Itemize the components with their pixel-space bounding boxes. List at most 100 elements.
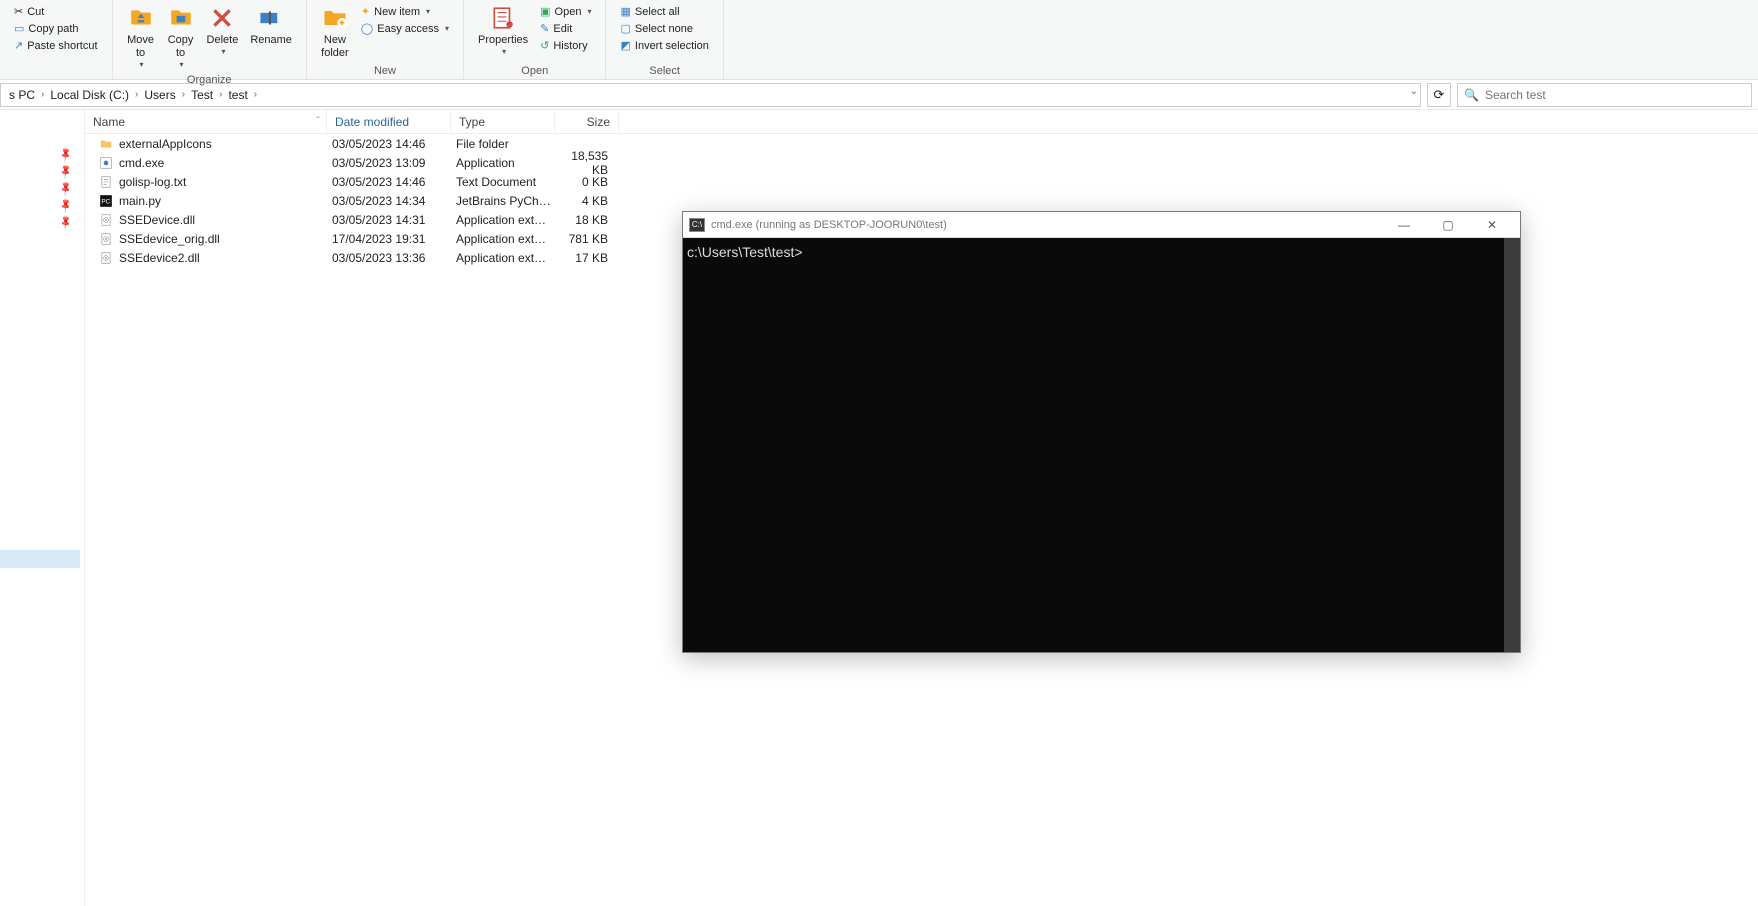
- invert-selection-button[interactable]: ◩ Invert selection: [618, 38, 710, 53]
- minimize-button[interactable]: —: [1382, 212, 1426, 238]
- copy-to-icon: [167, 4, 195, 32]
- breadcrumb-part[interactable]: test: [224, 88, 251, 102]
- breadcrumb-part[interactable]: Local Disk (C:): [46, 88, 133, 102]
- col-size-header[interactable]: Size: [555, 110, 619, 133]
- copy-path-button[interactable]: ▭ Copy path: [12, 21, 100, 36]
- rename-button[interactable]: Rename: [244, 2, 298, 49]
- cmd-prompt: c:\Users\Test\test>: [687, 244, 803, 260]
- pycharm-icon: PC: [99, 194, 113, 208]
- folder-icon: [99, 137, 113, 151]
- chevron-down-icon[interactable]: ⌄: [1410, 86, 1418, 97]
- col-name-header[interactable]: Name: [85, 110, 310, 133]
- open-group-title: Open: [521, 63, 548, 79]
- file-date: 17/04/2023 19:31: [324, 232, 448, 246]
- maximize-button[interactable]: ▢: [1426, 212, 1470, 238]
- chevron-right-icon[interactable]: ›: [41, 89, 44, 100]
- col-type-header[interactable]: Type: [451, 110, 555, 133]
- delete-label: Delete: [207, 34, 239, 47]
- search-box[interactable]: 🔍: [1457, 83, 1752, 107]
- refresh-button[interactable]: ⟳: [1427, 83, 1451, 107]
- close-button[interactable]: ✕: [1470, 212, 1514, 238]
- open-label: Open: [555, 6, 582, 18]
- chevron-down-icon: ▾: [445, 24, 449, 33]
- move-to-button[interactable]: Move to ▾: [121, 2, 161, 72]
- cmd-scrollbar[interactable]: [1504, 238, 1520, 652]
- rename-icon: [257, 4, 285, 32]
- rename-label: Rename: [250, 34, 292, 47]
- copy-to-button[interactable]: Copy to ▾: [161, 2, 201, 72]
- chevron-right-icon[interactable]: ›: [219, 89, 222, 100]
- history-label: History: [553, 40, 587, 52]
- breadcrumb-part[interactable]: s PC: [5, 88, 39, 102]
- breadcrumb-part[interactable]: Users: [140, 88, 179, 102]
- paste-shortcut-label: Paste shortcut: [27, 40, 97, 52]
- edit-icon: ✎: [540, 22, 549, 35]
- file-size: 17 KB: [552, 251, 616, 265]
- cmd-scrollbar-thumb[interactable]: [1504, 238, 1520, 652]
- pin-icon[interactable]: 📌: [58, 198, 75, 214]
- cmd-titlebar[interactable]: C:\ cmd.exe (running as DESKTOP-JOORUN0\…: [683, 212, 1520, 238]
- file-date: 03/05/2023 14:31: [324, 213, 448, 227]
- nav-selected-item[interactable]: [0, 550, 80, 568]
- cut-button[interactable]: ✂ Cut: [12, 4, 100, 19]
- chevron-down-icon: ▾: [587, 7, 591, 16]
- scissors-icon: ✂: [14, 5, 23, 18]
- ribbon-group-new: New folder ✦ New item ▾ ◯ Easy access ▾ …: [307, 0, 464, 79]
- file-date: 03/05/2023 13:09: [324, 156, 448, 170]
- history-button[interactable]: ↺ History: [538, 38, 593, 53]
- new-folder-button[interactable]: New folder: [315, 2, 355, 62]
- app-icon: [99, 156, 113, 170]
- dll-icon: [99, 251, 113, 265]
- pin-icon[interactable]: 📌: [58, 164, 75, 180]
- open-button[interactable]: ▣ Open ▾: [538, 4, 593, 19]
- col-date-header[interactable]: Date modified: [327, 110, 451, 133]
- file-type: Application: [448, 156, 552, 170]
- ribbon-group-select: ▦ Select all ▢ Select none ◩ Invert sele…: [606, 0, 723, 79]
- refresh-icon: ⟳: [1434, 87, 1445, 103]
- chevron-right-icon[interactable]: ›: [135, 89, 138, 100]
- new-item-button[interactable]: ✦ New item ▾: [359, 4, 451, 19]
- file-row[interactable]: PCmain.py03/05/2023 14:34JetBrains PyCha…: [85, 191, 1758, 210]
- file-type: Application exten...: [448, 213, 552, 227]
- col-name-label: Name: [93, 115, 125, 129]
- search-input[interactable]: [1485, 88, 1745, 102]
- file-date: 03/05/2023 14:34: [324, 194, 448, 208]
- select-none-icon: ▢: [620, 22, 630, 35]
- file-row[interactable]: golisp-log.txt03/05/2023 14:46Text Docum…: [85, 172, 1758, 191]
- edit-button[interactable]: ✎ Edit: [538, 21, 593, 36]
- file-name: SSEdevice_orig.dll: [119, 232, 220, 246]
- breadcrumb[interactable]: s PC›Local Disk (C:)›Users›Test›test› ⌄: [0, 83, 1421, 107]
- copy-to-label: Copy to: [168, 34, 194, 60]
- chevron-down-icon: ▾: [140, 60, 144, 70]
- file-row[interactable]: externalAppIcons03/05/2023 14:46File fol…: [85, 134, 1758, 153]
- new-group-title: New: [374, 63, 396, 79]
- chevron-right-icon[interactable]: ›: [254, 89, 257, 100]
- pin-icon[interactable]: 📌: [58, 181, 75, 197]
- sort-indicator[interactable]: ˆ: [310, 110, 327, 133]
- easy-access-label: Easy access: [377, 23, 439, 35]
- select-all-button[interactable]: ▦ Select all: [618, 4, 710, 19]
- chevron-right-icon[interactable]: ›: [182, 89, 185, 100]
- select-none-button[interactable]: ▢ Select none: [618, 21, 710, 36]
- select-group-title: Select: [649, 63, 680, 79]
- file-size: 0 KB: [552, 175, 616, 189]
- properties-icon: [489, 4, 517, 32]
- file-date: 03/05/2023 14:46: [324, 175, 448, 189]
- breadcrumb-part[interactable]: Test: [187, 88, 217, 102]
- delete-button[interactable]: Delete ▾: [201, 2, 245, 59]
- easy-access-button[interactable]: ◯ Easy access ▾: [359, 21, 451, 36]
- paste-shortcut-button[interactable]: ↗ Paste shortcut: [12, 38, 100, 53]
- properties-button[interactable]: Properties ▾: [472, 2, 534, 59]
- file-name: cmd.exe: [119, 156, 164, 170]
- pin-column: 📌 📌 📌 📌 📌: [60, 150, 72, 229]
- cmd-body[interactable]: c:\Users\Test\test>: [683, 238, 1520, 652]
- cut-label: Cut: [27, 6, 44, 18]
- select-all-icon: ▦: [620, 5, 630, 18]
- pin-icon[interactable]: 📌: [58, 215, 75, 231]
- pin-icon[interactable]: 📌: [58, 147, 75, 163]
- file-row[interactable]: cmd.exe03/05/2023 13:09Application18,535…: [85, 153, 1758, 172]
- file-size: 781 KB: [552, 232, 616, 246]
- shortcut-icon: ↗: [14, 39, 23, 52]
- file-type: Application exten...: [448, 232, 552, 246]
- cmd-window[interactable]: C:\ cmd.exe (running as DESKTOP-JOORUN0\…: [682, 211, 1521, 653]
